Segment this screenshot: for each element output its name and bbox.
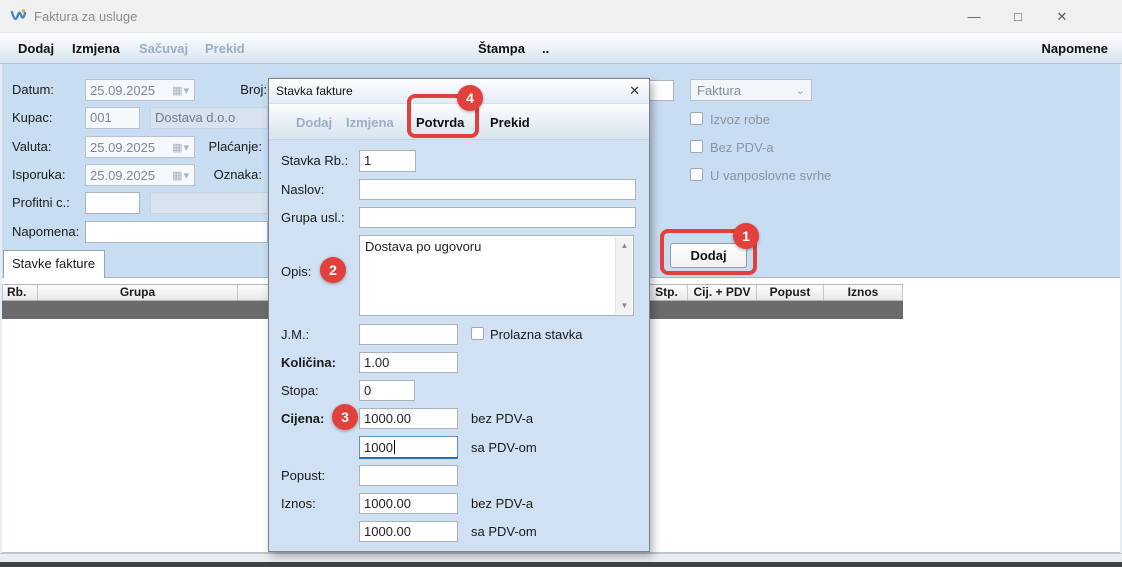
- cijena-label: Cijena:: [281, 411, 324, 426]
- napomena-label: Napomena:: [12, 224, 79, 239]
- col-stp[interactable]: Stp.: [646, 285, 688, 300]
- stavka-rb-input[interactable]: 1: [359, 150, 416, 172]
- main-toolbar: Dodaj Izmjena Sačuvaj Prekid Štampa .. N…: [0, 33, 1122, 64]
- kupac-label: Kupac:: [12, 110, 52, 125]
- col-popust[interactable]: Popust: [757, 285, 824, 300]
- minimize-icon[interactable]: —: [958, 6, 990, 28]
- opis-textarea[interactable]: Dostava po ugovoru ▲ ▼: [359, 235, 634, 316]
- broj-label: Broj:: [228, 82, 267, 97]
- dialog-close-icon[interactable]: ✕: [629, 83, 640, 99]
- stavka-fakture-dialog: Stavka fakture ✕ Dodaj Izmjena Potvrda P…: [268, 78, 650, 552]
- col-grupa[interactable]: Grupa: [38, 285, 238, 300]
- dialog-toolbar-prekid[interactable]: Prekid: [490, 115, 530, 130]
- app-icon: [10, 8, 27, 25]
- close-icon[interactable]: ✕: [1046, 6, 1078, 28]
- profitni-name-field: [150, 192, 268, 214]
- stopa-label: Stopa:: [281, 383, 319, 398]
- jm-input[interactable]: [359, 324, 458, 345]
- jm-label: J.M.:: [281, 327, 309, 342]
- izvoz-robe-checkbox: [690, 112, 703, 125]
- bez-pdv-label: Bez PDV-a: [710, 140, 774, 155]
- dialog-toolbar-dodaj: Dodaj: [296, 115, 332, 130]
- col-iznos[interactable]: Iznos: [824, 285, 903, 300]
- kupac-code-input: 001: [85, 107, 140, 129]
- cijena-sa-pdv-label: sa PDV-om: [471, 440, 537, 455]
- toolbar-dodaj[interactable]: Dodaj: [18, 41, 54, 56]
- kolicina-input[interactable]: 1.00: [359, 352, 458, 373]
- window-bottom-strip: [0, 553, 1122, 562]
- maximize-icon[interactable]: □: [1002, 6, 1034, 28]
- window-title: Faktura za usluge: [34, 9, 137, 24]
- vanposlovne-checkbox: [690, 168, 703, 181]
- calendar-icon: ▦▾: [172, 84, 190, 97]
- opis-scrollbar[interactable]: ▲ ▼: [615, 237, 632, 314]
- tab-stavke-fakture[interactable]: Stavke fakture: [3, 250, 105, 278]
- profitni-label: Profitni c.:: [12, 195, 70, 210]
- naslov-label: Naslov:: [281, 182, 324, 197]
- stavka-rb-label: Stavka Rb.:: [281, 153, 348, 168]
- valuta-label: Valuta:: [12, 139, 52, 154]
- bez-pdv-checkbox: [690, 140, 703, 153]
- iznos-bez-pdv-input[interactable]: 1000.00: [359, 493, 458, 514]
- chevron-down-icon: ⌄: [796, 84, 805, 97]
- annotation-badge-2: 2: [320, 257, 346, 283]
- cijena-bez-pdv-input[interactable]: 1000.00: [359, 408, 458, 429]
- title-bar: Faktura za usluge — □ ✕: [0, 0, 1122, 33]
- valuta-input: 25.09.2025 ▦▾: [85, 136, 195, 158]
- stopa-input[interactable]: 0: [359, 380, 415, 401]
- popust-input[interactable]: [359, 465, 458, 486]
- oznaka-label: Oznaka:: [208, 167, 262, 182]
- izvoz-robe-label: Izvoz robe: [710, 112, 770, 127]
- dialog-toolbar-izmjena: Izmjena: [346, 115, 394, 130]
- calendar-icon: ▦▾: [172, 141, 190, 154]
- prolazna-stavka-checkbox[interactable]: [471, 327, 484, 340]
- profitni-input[interactable]: [85, 192, 140, 214]
- iznos-sa-pdv-input[interactable]: 1000.00: [359, 521, 458, 542]
- toolbar-prekid: Prekid: [205, 41, 245, 56]
- annotation-badge-3: 3: [332, 404, 358, 430]
- kupac-name-field: Dostava d.o.o: [150, 107, 268, 129]
- annotation-badge-1: 1: [733, 223, 759, 249]
- col-cij-pdv[interactable]: Cij. + PDV: [688, 285, 757, 300]
- text-caret: [394, 440, 395, 454]
- toolbar-stampa[interactable]: Štampa: [478, 41, 525, 56]
- naslov-input[interactable]: [359, 179, 636, 200]
- kolicina-label: Količina:: [281, 355, 336, 370]
- toolbar-more[interactable]: ..: [542, 41, 549, 56]
- vanposlovne-label: U vanposlovne svrhe: [710, 168, 831, 183]
- datum-input: 25.09.2025 ▦▾: [85, 79, 195, 101]
- calendar-icon: ▦▾: [172, 169, 190, 182]
- cijena-sa-pdv-input[interactable]: 1000: [359, 436, 458, 459]
- grupa-usl-input[interactable]: [359, 207, 636, 228]
- datum-label: Datum:: [12, 82, 54, 97]
- grupa-usl-label: Grupa usl.:: [281, 210, 345, 225]
- toolbar-sacuvaj: Sačuvaj: [139, 41, 188, 56]
- isporuka-input: 25.09.2025 ▦▾: [85, 164, 195, 186]
- prolazna-stavka-label: Prolazna stavka: [490, 327, 583, 342]
- window-bottom-bar: [0, 562, 1122, 567]
- toolbar-izmjena[interactable]: Izmjena: [72, 41, 120, 56]
- popust-label: Popust:: [281, 468, 325, 483]
- col-rb[interactable]: Rb.: [3, 285, 38, 300]
- toolbar-napomene[interactable]: Napomene: [1042, 41, 1108, 56]
- placanje-label: Plaćanje:: [200, 139, 262, 154]
- iznos-sa-pdv-label: sa PDV-om: [471, 524, 537, 539]
- iznos-label: Iznos:: [281, 496, 316, 511]
- isporuka-label: Isporuka:: [12, 167, 65, 182]
- dialog-title: Stavka fakture: [276, 84, 353, 98]
- scrollbar-up-icon[interactable]: ▲: [616, 241, 633, 250]
- iznos-bez-pdv-label: bez PDV-a: [471, 496, 533, 511]
- napomena-input[interactable]: [85, 221, 268, 243]
- cijena-bez-pdv-label: bez PDV-a: [471, 411, 533, 426]
- scrollbar-down-icon[interactable]: ▼: [616, 301, 633, 310]
- document-type-select: Faktura ⌄: [690, 79, 812, 101]
- opis-label: Opis:: [281, 264, 311, 279]
- annotation-badge-4: 4: [457, 85, 483, 111]
